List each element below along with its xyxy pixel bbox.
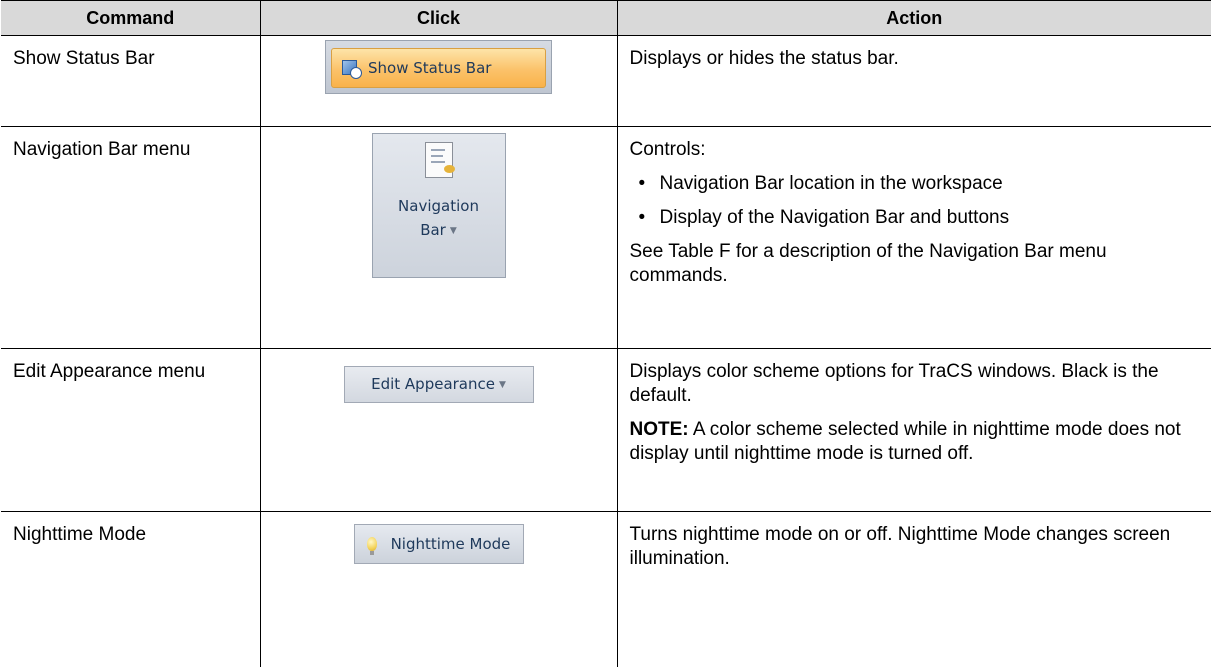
commands-table: Command Click Action Show Status Bar Sho… — [1, 0, 1211, 667]
action-outro: See Table F for a description of the Nav… — [629, 241, 1107, 286]
click-cell: Edit Appearance ▼ — [259, 348, 618, 512]
table-row: Nighttime Mode Nighttime Mode Turns nigh… — [1, 511, 1211, 667]
table-row: Edit Appearance menu Edit Appearance ▼ Di… — [1, 348, 1211, 512]
table-row: Navigation Bar menu Navigation Bar ▼ Cont… — [1, 126, 1211, 349]
edit-appearance-label: Edit Appearance — [371, 375, 495, 393]
action-cell: Displays color scheme options for TraCS … — [616, 348, 1211, 512]
action-text: Displays or hides the status bar. — [629, 48, 899, 69]
command-name: Edit Appearance menu — [1, 348, 261, 512]
table-header-row: Command Click Action — [1, 0, 1211, 36]
list-item: • Display of the Navigation Bar and butto… — [638, 207, 1010, 228]
action-text: Turns nighttime mode on or off. Nighttim… — [629, 524, 1171, 569]
table-row: Show Status Bar Show Status Bar Displays… — [1, 35, 1211, 127]
header-command: Command — [1, 0, 261, 36]
action-cell: Controls: • Navigation Bar location in th… — [616, 126, 1211, 349]
navigation-bar-label-line2: Bar — [420, 221, 446, 239]
click-cell: Navigation Bar ▼ — [259, 126, 618, 349]
action-cell: Turns nighttime mode on or off. Nighttim… — [616, 511, 1211, 667]
nighttime-mode-button[interactable]: Nighttime Mode — [353, 524, 524, 564]
status-bar-icon — [342, 59, 362, 79]
edit-appearance-button[interactable]: Edit Appearance ▼ — [343, 366, 534, 403]
dropdown-arrow-icon: ▼ — [449, 226, 457, 236]
nighttime-mode-label: Nighttime Mode — [390, 535, 511, 553]
header-click: Click — [259, 0, 618, 36]
show-status-bar-label: Show Status Bar — [368, 59, 492, 77]
command-name: Navigation Bar menu — [1, 126, 261, 349]
action-intro: Controls: — [629, 139, 706, 160]
action-text: Displays color scheme options for TraCS … — [629, 361, 1159, 406]
lightbulb-icon — [366, 537, 377, 555]
show-status-bar-button[interactable]: Show Status Bar — [325, 40, 552, 94]
click-cell: Nighttime Mode — [259, 511, 618, 667]
dropdown-arrow-icon: ▼ — [498, 380, 506, 390]
click-cell: Show Status Bar — [259, 35, 618, 127]
list-item: • Navigation Bar location in the workspac… — [638, 173, 1003, 194]
command-name: Nighttime Mode — [1, 511, 261, 667]
document-icon — [424, 142, 455, 178]
header-action: Action — [616, 0, 1211, 36]
action-bullet-list: • Navigation Bar location in the workspac… — [630, 172, 1200, 230]
command-name: Show Status Bar — [1, 35, 261, 127]
note-label: NOTE: — [629, 419, 689, 440]
navigation-bar-button[interactable]: Navigation Bar ▼ — [371, 133, 506, 278]
navigation-bar-label-line1: Navigation — [398, 197, 479, 215]
note-text: NOTE: A color scheme selected while in n… — [629, 419, 1181, 464]
action-cell: Displays or hides the status bar. — [616, 35, 1211, 127]
